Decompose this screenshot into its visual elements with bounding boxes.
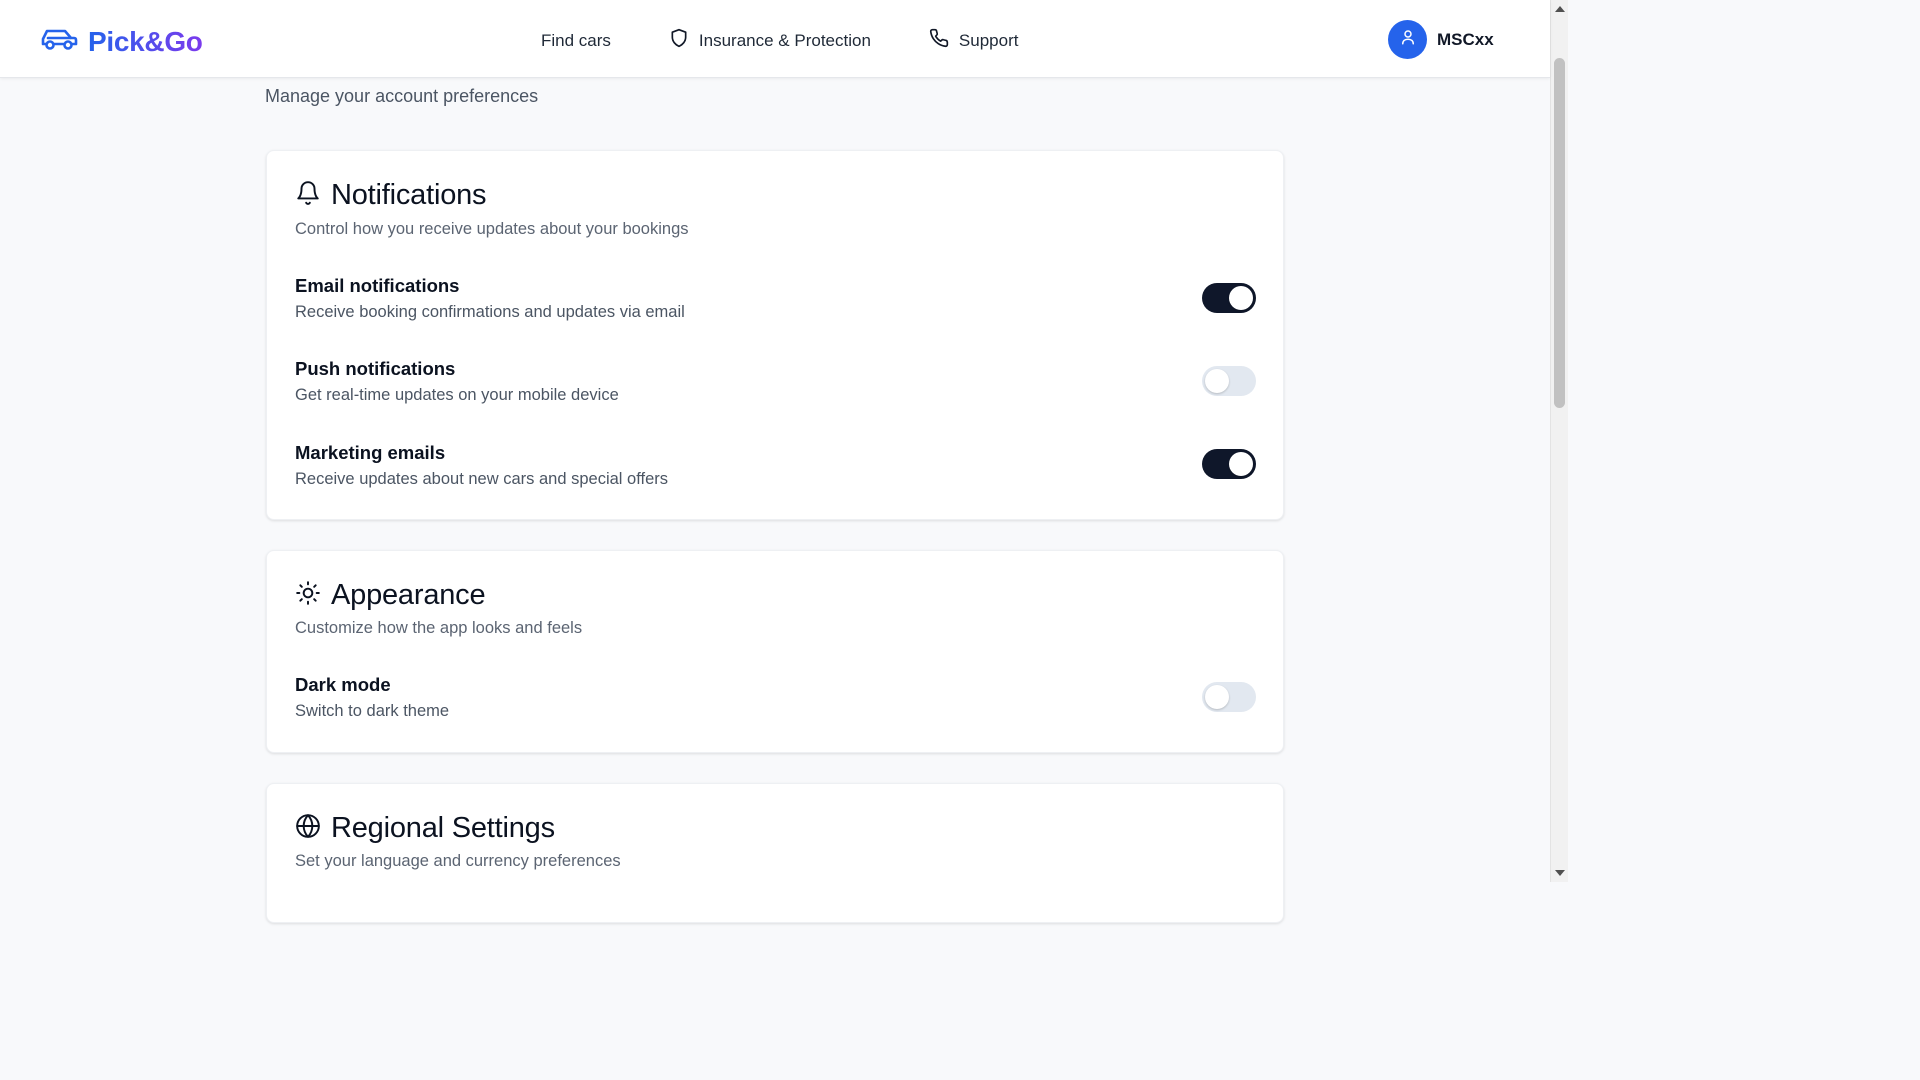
push-notifications-toggle[interactable]: [1202, 366, 1256, 396]
scroll-down-arrow[interactable]: [1555, 870, 1565, 876]
nav-find-cars[interactable]: Find cars: [541, 31, 611, 51]
regional-settings-description: Set your language and currency preferenc…: [295, 852, 621, 870]
scrollbar-thumb[interactable]: [1554, 58, 1565, 408]
user-menu[interactable]: MSCxx: [1388, 20, 1494, 59]
page-subtitle: Manage your account preferences: [265, 86, 539, 106]
push-notifications-title: Push notifications: [295, 358, 456, 379]
page-scrollbar[interactable]: [1550, 0, 1568, 882]
scroll-up-arrow[interactable]: [1555, 6, 1565, 12]
appearance-heading: Appearance: [295, 579, 486, 612]
appearance-description: Customize how the app looks and feels: [295, 619, 583, 637]
marketing-emails-description: Receive updates about new cars and speci…: [295, 470, 669, 488]
car-icon: [40, 24, 78, 59]
notifications-card: Notifications Control how you receive up…: [266, 150, 1284, 520]
dark-mode-toggle[interactable]: [1202, 682, 1256, 712]
dark-mode-description: Switch to dark theme: [295, 702, 450, 720]
appearance-card: Appearance Customize how the app looks a…: [266, 550, 1284, 753]
globe-icon: [295, 813, 321, 844]
phone-icon: [929, 28, 949, 53]
dark-mode-title: Dark mode: [295, 674, 391, 695]
regional-settings-title: Regional Settings: [331, 812, 555, 844]
nav-support[interactable]: Support: [929, 28, 1019, 53]
notifications-heading: Notifications: [295, 179, 487, 212]
shield-icon: [669, 28, 689, 53]
toggle-knob: [1229, 286, 1253, 310]
notifications-title: Notifications: [331, 179, 487, 211]
nav-support-label: Support: [958, 30, 1019, 50]
brand-name: Pick&Go: [88, 25, 203, 57]
email-notifications-toggle[interactable]: [1202, 283, 1256, 313]
avatar[interactable]: [1388, 20, 1427, 59]
notifications-description: Control how you receive updates about yo…: [295, 220, 689, 238]
regional-settings-heading: Regional Settings: [295, 812, 555, 845]
user-name: MSCxx: [1437, 29, 1494, 49]
toggle-knob: [1205, 369, 1229, 393]
nav-insurance-label: Insurance & Protection: [698, 30, 871, 50]
brand-logo[interactable]: Pick&Go: [40, 24, 203, 59]
sun-icon: [295, 580, 321, 611]
email-notifications-description: Receive booking confirmations and update…: [295, 303, 685, 321]
bell-icon: [295, 180, 321, 211]
main-navigation: Find cars Insurance & Protection Support: [541, 28, 1018, 53]
marketing-emails-toggle[interactable]: [1202, 449, 1256, 479]
user-icon: [1399, 28, 1417, 51]
nav-find-cars-label: Find cars: [541, 30, 611, 50]
top-nav-bar: Pick&Go Find cars Insurance & Protection…: [0, 0, 1550, 78]
email-notifications-title: Email notifications: [295, 275, 460, 296]
toggle-knob: [1229, 452, 1253, 476]
marketing-emails-title: Marketing emails: [295, 442, 446, 463]
nav-insurance-protection[interactable]: Insurance & Protection: [669, 28, 871, 53]
toggle-knob: [1205, 685, 1229, 709]
regional-settings-card: Regional Settings Set your language and …: [266, 783, 1284, 923]
push-notifications-description: Get real-time updates on your mobile dev…: [295, 386, 619, 404]
appearance-title: Appearance: [331, 579, 486, 611]
